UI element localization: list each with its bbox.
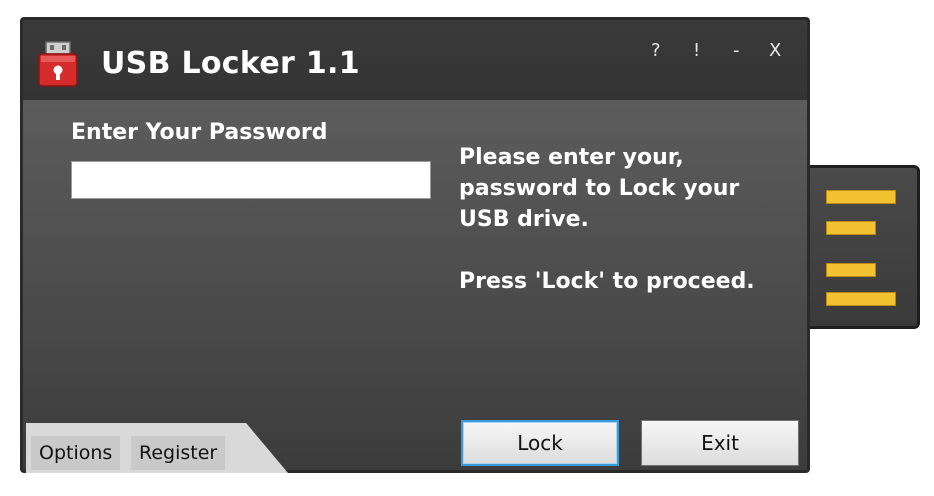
lock-button[interactable]: Lock: [461, 420, 619, 466]
about-button[interactable]: !: [693, 40, 700, 61]
help-button[interactable]: ?: [651, 40, 661, 61]
instruction-line: password to Lock your: [459, 176, 740, 201]
connector-pin: [826, 221, 876, 235]
exit-button[interactable]: Exit: [641, 420, 799, 466]
instructions-text: Please enter your, password to Lock your…: [459, 142, 799, 297]
tab-options[interactable]: Options: [31, 436, 121, 470]
proceed-hint: Press 'Lock' to proceed.: [459, 269, 755, 294]
instruction-line: Please enter your,: [459, 145, 684, 170]
app-window: USB Locker 1.1 ? ! - X Enter Your Passwo…: [20, 17, 810, 473]
usb-lock-icon: [37, 40, 79, 88]
password-label: Enter Your Password: [71, 120, 328, 145]
minimize-button[interactable]: -: [733, 40, 740, 61]
close-button[interactable]: X: [769, 40, 781, 61]
password-input[interactable]: [71, 161, 431, 199]
connector-pin: [826, 263, 876, 277]
instruction-line: USB drive.: [459, 207, 589, 232]
connector-pin: [826, 190, 896, 204]
usb-connector-graphic: [802, 165, 920, 329]
connector-pin: [826, 292, 896, 306]
window-title: USB Locker 1.1: [101, 46, 360, 81]
title-bar[interactable]: USB Locker 1.1 ? ! - X: [23, 20, 807, 100]
tab-register[interactable]: Register: [131, 436, 226, 470]
